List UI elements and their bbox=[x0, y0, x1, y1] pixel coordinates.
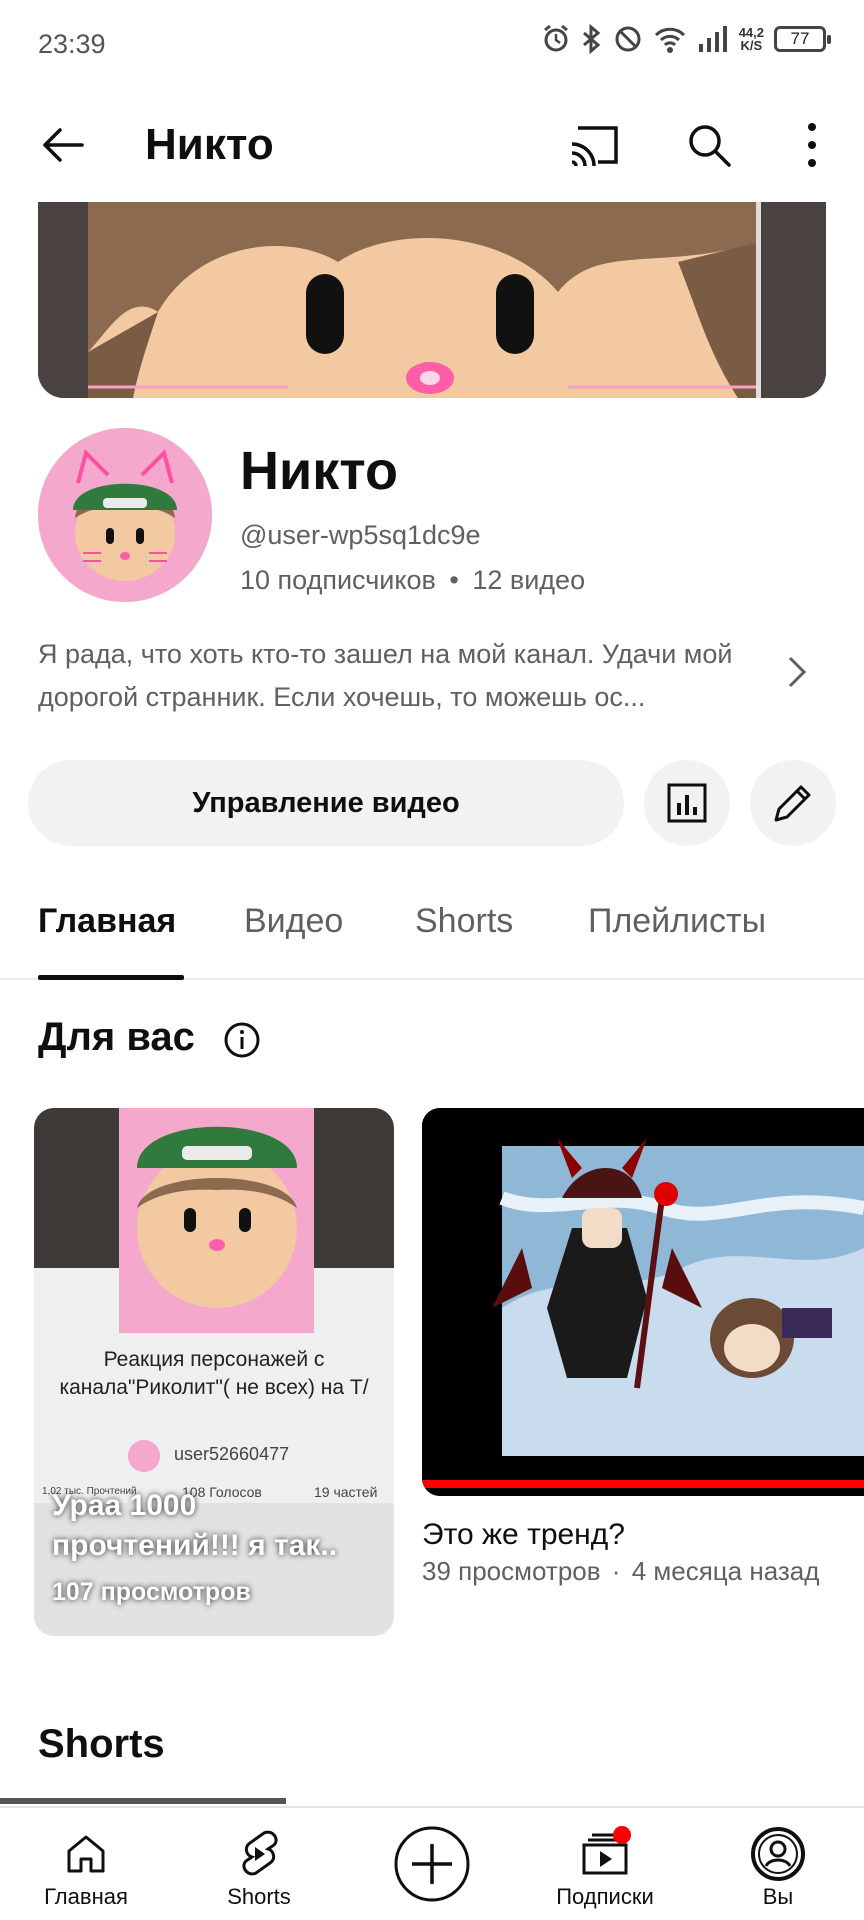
subscriptions-icon bbox=[577, 1826, 633, 1882]
nav-shorts[interactable]: Shorts bbox=[209, 1808, 309, 1920]
alarm-icon bbox=[543, 24, 568, 52]
net-speed: 44,2 K/S bbox=[739, 26, 764, 52]
analytics-button[interactable] bbox=[644, 760, 730, 846]
bluetooth-icon bbox=[582, 24, 600, 54]
thumb-text-line2: канала"Риколит"( не всех) на Т/ bbox=[59, 1376, 369, 1399]
video-count: 12 видео bbox=[472, 565, 586, 595]
you-avatar-icon bbox=[750, 1826, 806, 1882]
bottom-nav: Главная Shorts Подписки Вы bbox=[0, 1806, 864, 1920]
shorts-icon bbox=[231, 1826, 287, 1882]
video-card-1[interactable]: Реакция персонажей с канала"Риколит"( не… bbox=[34, 1108, 394, 1636]
channel-avatar[interactable] bbox=[38, 428, 212, 602]
nav-you-label: Вы bbox=[762, 1884, 794, 1909]
channel-name: Никто bbox=[240, 441, 398, 501]
banner-image bbox=[38, 202, 826, 398]
channel-banner bbox=[38, 202, 826, 398]
nav-you[interactable]: Вы bbox=[728, 1808, 828, 1920]
channel-description[interactable]: Я рада, что хоть кто-то зашел на мой кан… bbox=[38, 633, 778, 719]
chevron-right-icon[interactable] bbox=[782, 652, 812, 692]
page-title: Никто bbox=[145, 120, 274, 169]
nav-subscriptions-label: Подписки bbox=[556, 1884, 654, 1909]
tab-videos[interactable]: Видео bbox=[244, 902, 343, 941]
video-title-2[interactable]: Это же тренд? bbox=[422, 1518, 625, 1552]
nav-shorts-label: Shorts bbox=[227, 1884, 291, 1909]
info-icon[interactable] bbox=[222, 1020, 262, 1060]
edit-pencil-icon bbox=[774, 785, 811, 822]
avatar-image bbox=[38, 428, 212, 602]
video-meta-2: 39 просмотров · 4 месяца назад bbox=[422, 1556, 819, 1587]
signal-icon bbox=[698, 26, 727, 52]
notification-badge bbox=[613, 1826, 631, 1844]
nav-create[interactable] bbox=[382, 1808, 482, 1920]
home-icon bbox=[58, 1826, 114, 1882]
search-icon[interactable] bbox=[684, 120, 734, 170]
shorts-section-title: Shorts bbox=[38, 1722, 165, 1766]
more-vert-icon[interactable] bbox=[792, 118, 832, 172]
video-age-2: 4 месяца назад bbox=[631, 1556, 820, 1586]
edit-channel-button[interactable] bbox=[750, 760, 836, 846]
status-time: 23:39 bbox=[38, 28, 106, 59]
subscriber-count: 10 подписчиков bbox=[240, 565, 436, 595]
thumb-text-line1: Реакция персонажей с bbox=[103, 1348, 325, 1371]
net-speed-unit: K/S bbox=[740, 38, 763, 53]
cast-icon[interactable] bbox=[568, 122, 622, 170]
top-app-bar: Никто bbox=[0, 100, 864, 190]
channel-tabs: Главная Видео Shorts Плейлисты bbox=[0, 880, 864, 980]
status-icons: 44,2 K/S 77 bbox=[541, 24, 831, 54]
stats-separator: • bbox=[449, 565, 459, 595]
tab-shorts[interactable]: Shorts bbox=[415, 902, 513, 941]
back-arrow-icon[interactable] bbox=[38, 120, 88, 170]
nav-home[interactable]: Главная bbox=[36, 1808, 136, 1920]
tab-playlists[interactable]: Плейлисты bbox=[588, 902, 766, 941]
video-thumbnail-2-image bbox=[422, 1108, 864, 1496]
status-bar: 23:39 44,2 K/S 77 bbox=[0, 0, 864, 88]
video-views-2: 39 просмотров bbox=[422, 1556, 601, 1586]
video-thumbnail-2[interactable] bbox=[422, 1108, 864, 1496]
dnd-icon bbox=[615, 26, 641, 52]
nav-subscriptions[interactable]: Подписки bbox=[545, 1808, 665, 1920]
for-you-title: Для вас bbox=[38, 1015, 195, 1059]
video-title-1: Ураа 1000 прочтений!!! я так.. bbox=[52, 1489, 338, 1562]
thumb-user: user52660477 bbox=[174, 1444, 290, 1464]
create-plus-icon bbox=[392, 1824, 472, 1904]
wifi-icon bbox=[654, 27, 685, 53]
channel-handle: @user-wp5sq1dc9e bbox=[240, 520, 481, 550]
nav-home-label: Главная bbox=[44, 1884, 128, 1909]
analytics-icon bbox=[667, 783, 707, 823]
manage-videos-button[interactable]: Управление видео bbox=[28, 760, 624, 846]
channel-stats: 10 подписчиков • 12 видео bbox=[240, 565, 585, 596]
active-tab-indicator bbox=[38, 975, 184, 980]
shorts-preview-strip bbox=[0, 1798, 286, 1804]
tab-home[interactable]: Главная bbox=[38, 902, 176, 941]
meta-separator: · bbox=[611, 1556, 621, 1586]
battery-indicator: 77 bbox=[774, 26, 831, 52]
video-views-1: 107 просмотров bbox=[52, 1578, 251, 1606]
